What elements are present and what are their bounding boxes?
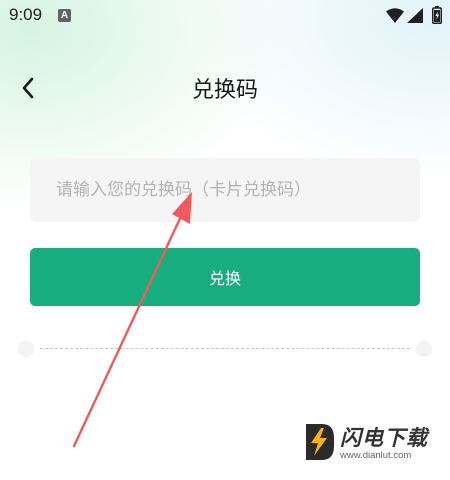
cellular-signal-icon — [407, 8, 423, 23]
status-time: 9:09 — [9, 5, 43, 24]
status-bar: 9:09 A — [0, 0, 450, 32]
divider-notch-right — [416, 341, 432, 357]
redeem-code-input[interactable] — [30, 158, 420, 222]
redeem-code-screen: 9:09 A 兑换码 兑换 — [0, 0, 450, 480]
wifi-icon — [386, 8, 404, 23]
redeem-button[interactable]: 兑换 — [30, 248, 420, 306]
lightning-logo-icon — [306, 424, 334, 460]
divider-line — [40, 348, 410, 349]
watermark-url: www.dianlut.com — [340, 450, 412, 461]
watermark-brand: 闪电下载 — [340, 426, 428, 450]
divider-notch-left — [18, 341, 34, 357]
battery-icon — [432, 6, 442, 24]
dashed-divider — [18, 340, 432, 358]
code-input-container — [30, 158, 420, 222]
watermark: 闪电下载 www.dianlut.com — [300, 420, 440, 470]
notification-a-icon: A — [58, 9, 71, 22]
page-title: 兑换码 — [191, 78, 258, 103]
